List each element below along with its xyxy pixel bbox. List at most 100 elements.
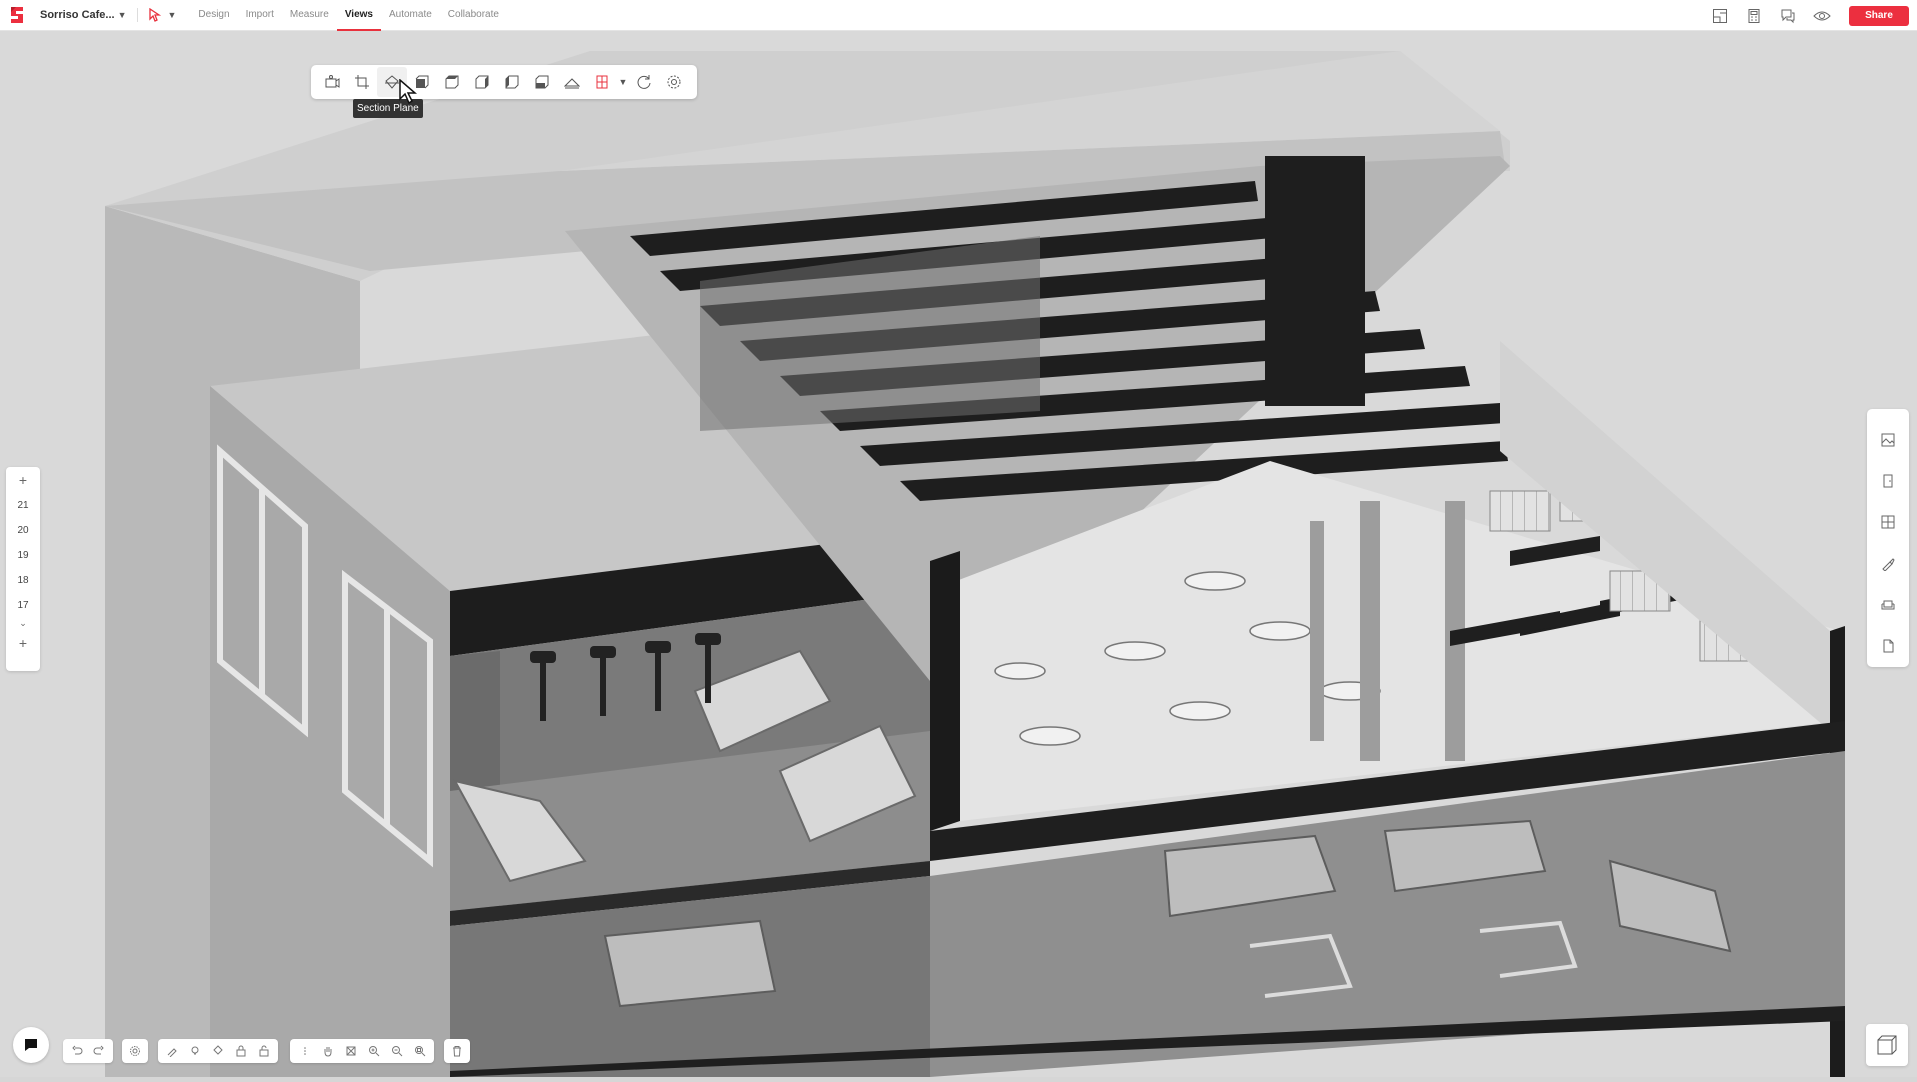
delete-button[interactable]: [447, 1039, 467, 1063]
paint-bucket-button[interactable]: [207, 1039, 230, 1063]
cube-back-icon: [475, 75, 489, 89]
undo-button[interactable]: [66, 1039, 88, 1063]
pan-button[interactable]: [316, 1039, 339, 1063]
cube-back-button[interactable]: [467, 67, 497, 97]
floorplan-view-button[interactable]: [1703, 0, 1737, 31]
cube-left-button[interactable]: [437, 67, 467, 97]
tab-measure[interactable]: Measure: [282, 0, 337, 31]
divider: [136, 8, 138, 22]
paint-bucket-icon: [213, 1045, 223, 1055]
select-tool-dropdown[interactable]: ▼: [148, 8, 177, 22]
undo-icon: [72, 1045, 83, 1055]
chat-button[interactable]: [13, 1027, 49, 1063]
zoom-out-icon: [391, 1046, 402, 1057]
paint-button[interactable]: [1873, 543, 1903, 584]
level-item[interactable]: 19: [6, 543, 40, 568]
chevron-down-icon: ▼: [167, 10, 177, 20]
pen-button[interactable]: [161, 1039, 184, 1063]
zoom-in-button[interactable]: [362, 1039, 385, 1063]
view-cube-icon: [1877, 1035, 1897, 1055]
paint-brush-icon: [1882, 557, 1895, 571]
crop-view-button[interactable]: [347, 67, 377, 97]
edit-toolbar: [158, 1039, 278, 1063]
materials-button[interactable]: [1873, 419, 1903, 460]
crop-view-icon: [355, 75, 369, 89]
project-selector[interactable]: Sorriso Cafe... ▼: [40, 9, 127, 21]
fit-view-button[interactable]: [339, 1039, 362, 1063]
top-right-actions: Share: [1703, 0, 1909, 31]
level-item[interactable]: 21: [6, 493, 40, 518]
fit-view-icon: [346, 1046, 355, 1056]
lightbulb-icon: [191, 1046, 199, 1055]
history-toolbar: [63, 1039, 113, 1063]
roof-view-button[interactable]: [557, 67, 587, 97]
camera-view-icon: [325, 75, 340, 88]
3d-viewport[interactable]: ▼ Section Plane + 21 20 19 18 17 ⌄ +: [0, 31, 1917, 1077]
floorplan-icon: [1713, 8, 1727, 23]
roof-icon: [564, 78, 580, 89]
document-icon: [1883, 639, 1894, 653]
add-level-above-button[interactable]: +: [6, 467, 40, 493]
zoom-region-button[interactable]: [408, 1039, 431, 1063]
camera-view-button[interactable]: [317, 67, 347, 97]
preview-button[interactable]: [1805, 0, 1839, 31]
light-button[interactable]: [184, 1039, 207, 1063]
level-item[interactable]: 18: [6, 568, 40, 593]
more-options-button[interactable]: [293, 1039, 316, 1063]
door-icon: [1883, 474, 1893, 488]
scene-settings-button[interactable]: [125, 1039, 145, 1063]
share-button[interactable]: Share: [1849, 5, 1909, 26]
chevron-down-icon: ▼: [117, 10, 127, 20]
level-selector: + 21 20 19 18 17 ⌄ +: [6, 467, 40, 671]
settings-icon: [667, 75, 681, 89]
cube-right-button[interactable]: [497, 67, 527, 97]
cube-right-icon: [505, 75, 519, 89]
pen-icon: [168, 1048, 178, 1057]
eye-icon: [1813, 11, 1831, 20]
view-settings-button[interactable]: [659, 67, 689, 97]
furniture-button[interactable]: [1873, 584, 1903, 625]
tab-views[interactable]: Views: [336, 0, 381, 31]
mouse-cursor-icon: [399, 79, 418, 105]
unlock-button[interactable]: [252, 1039, 275, 1063]
tab-automate[interactable]: Automate: [381, 0, 440, 31]
elevation-icon: [596, 75, 608, 89]
tab-design[interactable]: Design: [190, 0, 237, 31]
settings-icon: [130, 1046, 140, 1056]
level-item[interactable]: 17: [6, 593, 40, 618]
comments-button[interactable]: [1771, 0, 1805, 31]
building-section-render: [0, 31, 1917, 1077]
redo-button[interactable]: [88, 1039, 110, 1063]
cursor-select-icon: [148, 8, 161, 22]
comments-icon: [1781, 9, 1795, 23]
tab-import[interactable]: Import: [238, 0, 282, 31]
cube-iso-button[interactable]: [527, 67, 557, 97]
hand-icon: [324, 1047, 331, 1057]
zoom-out-button[interactable]: [385, 1039, 408, 1063]
chevron-down-icon[interactable]: ⌄: [19, 618, 27, 630]
elevation-view-button[interactable]: [587, 67, 617, 97]
refresh-icon: [637, 75, 651, 89]
elevation-dropdown-chevron[interactable]: ▼: [617, 77, 629, 87]
calculator-icon: [1748, 8, 1760, 23]
right-side-panel: [1867, 409, 1909, 667]
window-icon: [1881, 515, 1895, 529]
chat-icon: [25, 1039, 37, 1051]
navigation-toolbar: [290, 1039, 434, 1063]
tab-collaborate[interactable]: Collaborate: [440, 0, 507, 31]
refresh-view-button[interactable]: [629, 67, 659, 97]
vertical-dots-icon: [303, 1047, 306, 1055]
documents-button[interactable]: [1873, 626, 1903, 667]
add-level-below-button[interactable]: +: [6, 630, 40, 656]
app-logo-icon[interactable]: [8, 5, 26, 25]
windows-button[interactable]: [1873, 502, 1903, 543]
unlock-icon: [259, 1045, 269, 1057]
view-cube-button[interactable]: [1866, 1024, 1908, 1066]
sofa-icon: [1881, 600, 1895, 610]
doors-button[interactable]: [1873, 460, 1903, 501]
cube-left-icon: [445, 75, 459, 89]
level-item[interactable]: 20: [6, 518, 40, 543]
report-button[interactable]: [1737, 0, 1771, 31]
lock-button[interactable]: [229, 1039, 252, 1063]
views-toolbar: ▼: [311, 65, 697, 99]
